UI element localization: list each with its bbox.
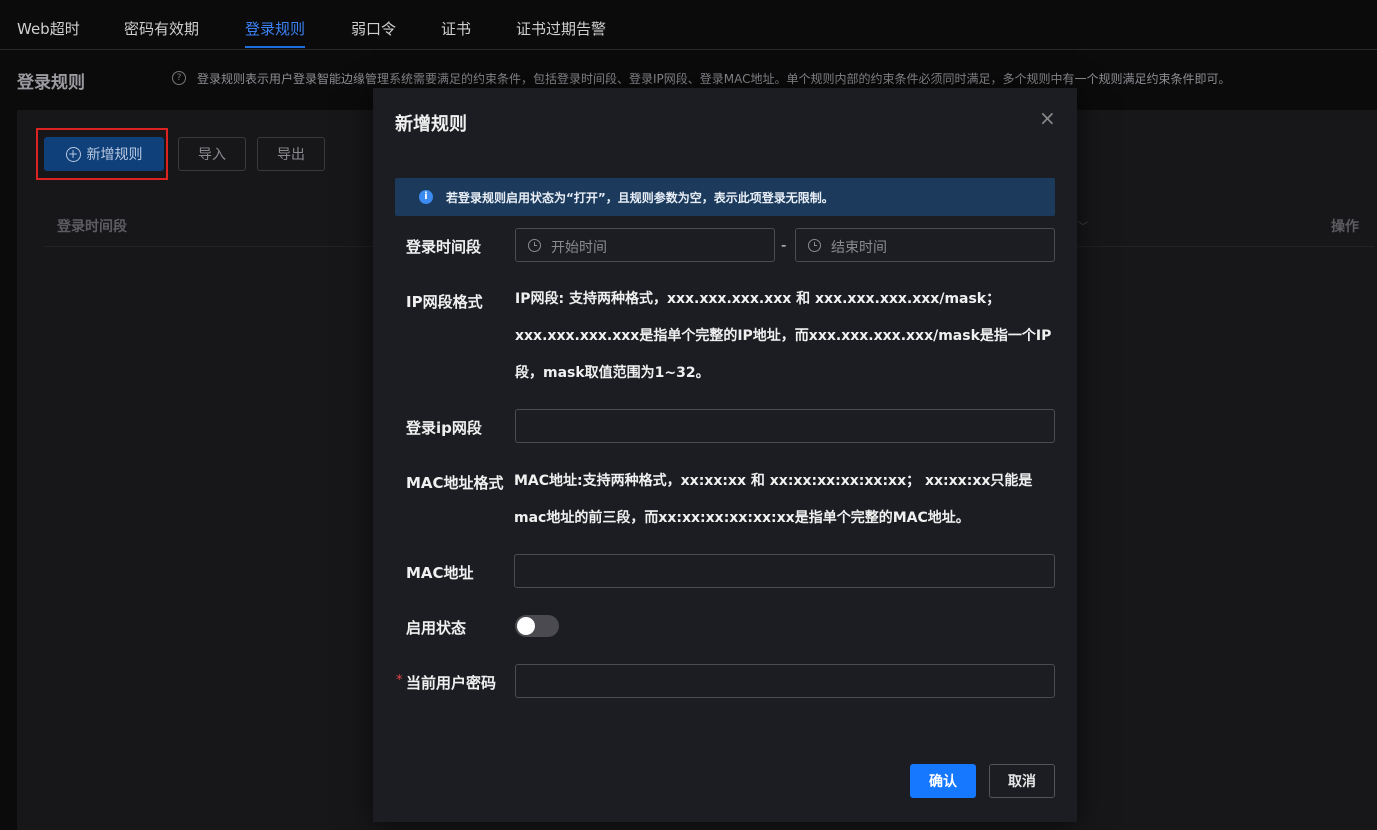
clock-icon	[528, 239, 541, 252]
current-password-label: 当前用户密码	[406, 674, 497, 692]
tab-bar: Web超时 密码有效期 登录规则 弱口令 证书 证书过期告警	[0, 0, 1377, 50]
start-time-placeholder: 开始时间	[551, 240, 607, 256]
clock-icon	[808, 239, 821, 252]
cancel-button[interactable]: 取消	[989, 764, 1055, 798]
close-icon[interactable]: ×	[1039, 108, 1056, 128]
end-time-placeholder: 结束时间	[831, 240, 887, 256]
add-rule-dialog: 新增规则 × i 若登录规则启用状态为“打开”，且规则参数为空，表示此项登录无限…	[373, 88, 1077, 822]
tab-weak-password[interactable]: 弱口令	[351, 18, 396, 39]
mac-format-label: MAC地址格式	[406, 474, 504, 492]
current-password-input[interactable]	[515, 664, 1055, 698]
range-separator: -	[781, 236, 787, 254]
mac-address-label: MAC地址	[406, 564, 474, 582]
tab-password-validity[interactable]: 密码有效期	[124, 18, 199, 39]
ip-format-label: IP网段格式	[406, 293, 483, 311]
required-mark: *	[396, 673, 403, 688]
end-time-input[interactable]: 结束时间	[795, 228, 1055, 262]
toggle-knob	[517, 617, 535, 635]
ip-format-text: IP网段: 支持两种格式，xxx.xxx.xxx.xxx 和 xxx.xxx.x…	[515, 291, 1052, 381]
confirm-button[interactable]: 确认	[910, 764, 976, 798]
mac-format-text: MAC地址:支持两种格式，xx:xx:xx 和 xx:xx:xx:xx:xx:x…	[514, 473, 1033, 526]
help-icon: ?	[172, 71, 186, 85]
start-time-input[interactable]: 开始时间	[515, 228, 775, 262]
tab-cert-expiry-alert[interactable]: 证书过期告警	[516, 18, 606, 39]
export-button[interactable]: 导出	[257, 137, 325, 171]
plus-circle-icon: +	[65, 146, 81, 162]
import-button[interactable]: 导入	[178, 137, 246, 171]
tab-certificate[interactable]: 证书	[441, 18, 471, 39]
login-ip-input[interactable]	[515, 409, 1055, 443]
login-ip-label: 登录ip网段	[406, 419, 482, 437]
active-tab-indicator	[245, 46, 305, 48]
enable-status-label: 启用状态	[406, 619, 467, 637]
mac-address-input[interactable]	[514, 554, 1055, 588]
column-header-actions: 操作	[1331, 219, 1359, 235]
column-header-login-time: 登录时间段	[57, 219, 127, 235]
login-time-label: 登录时间段	[406, 238, 482, 256]
info-icon: i	[419, 190, 433, 204]
tab-web-timeout[interactable]: Web超时	[17, 18, 80, 39]
page-description: 登录规则表示用户登录智能边缘管理系统需要满足的约束条件，包括登录时间段、登录IP…	[197, 72, 1231, 86]
add-rule-button[interactable]: + 新增规则	[44, 137, 164, 171]
dialog-title: 新增规则	[395, 114, 467, 135]
info-banner-text: 若登录规则启用状态为“打开”，且规则参数为空，表示此项登录无限制。	[446, 190, 834, 205]
tab-login-rules[interactable]: 登录规则	[245, 18, 305, 39]
chevron-down-icon: ﹀	[1078, 222, 1088, 233]
add-rule-label: 新增规则	[86, 147, 143, 163]
page-title: 登录规则	[17, 73, 85, 93]
info-banner: i 若登录规则启用状态为“打开”，且规则参数为空，表示此项登录无限制。	[395, 178, 1055, 216]
enable-status-toggle[interactable]	[515, 615, 559, 637]
